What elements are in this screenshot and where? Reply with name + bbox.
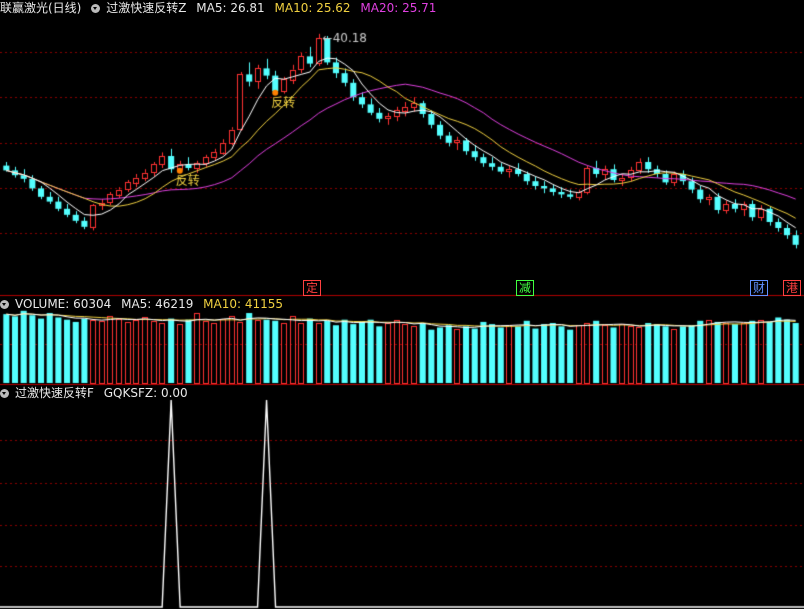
ma5-readout: MA5: 26.81: [196, 1, 265, 15]
oscillator-menu-icon[interactable]: [0, 389, 9, 398]
oscillator-name: 过激快速反转F: [15, 386, 94, 400]
event-tag-cai[interactable]: 财: [750, 280, 769, 296]
event-tag-gang[interactable]: 港: [783, 280, 802, 296]
stock-title: 联赢激光(日线): [0, 1, 82, 15]
volume-header: VOLUME: 60304 MA5: 46219 MA10: 41155: [0, 296, 289, 312]
oscillator-header: 过激快速反转F GQKSFZ: 0.00: [0, 385, 194, 401]
event-tag-jian[interactable]: 减: [516, 280, 535, 296]
indicator-menu-icon[interactable]: [91, 4, 101, 13]
ma10-readout: MA10: 25.62: [274, 1, 351, 15]
volume-readout: VOLUME: 60304: [15, 297, 112, 311]
main-header: 联赢激光(日线) 过激快速反转Z MA5: 26.81 MA10: 25.62 …: [0, 0, 442, 16]
indicator-name: 过激快速反转Z: [106, 1, 187, 15]
volume-menu-icon[interactable]: [0, 300, 9, 309]
volume-ma10-readout: MA10: 41155: [203, 297, 284, 311]
ma20-readout: MA20: 25.71: [360, 1, 437, 15]
volume-ma5-readout: MA5: 46219: [121, 297, 194, 311]
oscillator-readout: GQKSFZ: 0.00: [103, 386, 188, 400]
event-tag-ding[interactable]: 定: [303, 280, 322, 296]
